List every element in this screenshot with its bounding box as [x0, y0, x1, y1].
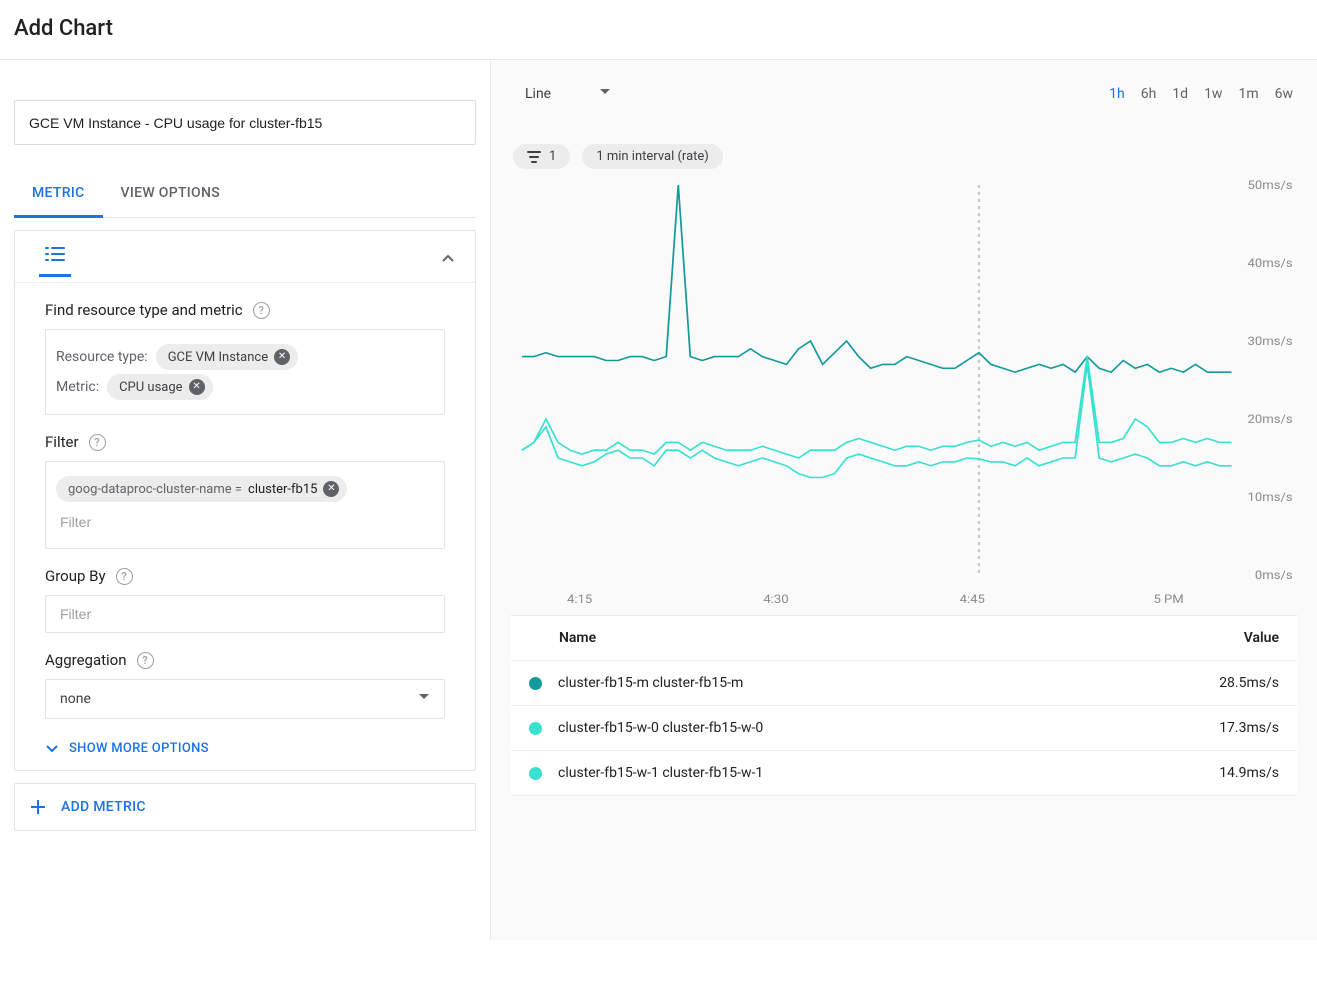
show-more-options[interactable]: SHOW MORE OPTIONS [45, 741, 475, 756]
filter-input[interactable] [56, 506, 434, 538]
range-1w[interactable]: 1w [1204, 86, 1222, 102]
filter-label: Filter ? [45, 433, 445, 451]
legend-color-dot [529, 767, 542, 780]
find-metric-label: Find resource type and metric ? [45, 301, 445, 319]
add-metric-button[interactable]: ADD METRIC [14, 783, 476, 831]
close-icon[interactable]: ✕ [189, 379, 205, 395]
chart: 0ms/s 10ms/s 20ms/s 30ms/s 40ms/s 50ms/s 4:15 4… [511, 175, 1297, 615]
svg-text:50ms/s: 50ms/s [1248, 178, 1293, 192]
legend-value: 14.9ms/s [1219, 765, 1279, 781]
range-6h[interactable]: 6h [1141, 86, 1157, 102]
chart-title-input[interactable] [14, 100, 476, 145]
legend-table: Name Value cluster-fb15-m cluster-fb15-m… [511, 615, 1297, 796]
help-icon[interactable]: ? [116, 568, 133, 585]
help-icon[interactable]: ? [89, 434, 106, 451]
svg-text:10ms/s: 10ms/s [1248, 490, 1293, 504]
preview-panel: Line 1h 6h 1d 1w 1m 6w 1 1 min interval (rate… [491, 60, 1317, 940]
legend-name: cluster-fb15-m cluster-fb15-m [558, 675, 743, 691]
legend-header-name: Name [529, 630, 596, 646]
legend-row[interactable]: cluster-fb15-m cluster-fb15-m 28.5ms/s [511, 661, 1297, 706]
legend-row[interactable]: cluster-fb15-w-0 cluster-fb15-w-0 17.3ms/… [511, 706, 1297, 751]
svg-text:4:45: 4:45 [960, 592, 985, 606]
config-panel: METRIC VIEW OPTIONS Find resource type a… [0, 60, 491, 940]
interval-chip[interactable]: 1 min interval (rate) [582, 144, 723, 169]
legend-value: 17.3ms/s [1219, 720, 1279, 736]
svg-text:4:30: 4:30 [763, 592, 788, 606]
range-1d[interactable]: 1d [1172, 86, 1188, 102]
chevron-down-icon [45, 742, 59, 756]
plus-icon [29, 798, 47, 816]
svg-text:40ms/s: 40ms/s [1248, 256, 1293, 270]
filter-chip[interactable]: goog-dataproc-cluster-name = cluster-fb1… [56, 476, 347, 502]
config-tabs: METRIC VIEW OPTIONS [14, 171, 476, 218]
svg-text:30ms/s: 30ms/s [1248, 334, 1293, 348]
close-icon[interactable]: ✕ [274, 349, 290, 365]
help-icon[interactable]: ? [137, 652, 154, 669]
tab-metric[interactable]: METRIC [14, 171, 103, 217]
metric-card: Find resource type and metric ? Resource… [14, 230, 476, 771]
close-icon[interactable]: ✕ [323, 481, 339, 497]
time-range-picker: 1h 6h 1d 1w 1m 6w [1109, 86, 1293, 102]
aggregation-select[interactable]: none [45, 679, 445, 719]
metric-chip[interactable]: CPU usage ✕ [107, 374, 212, 400]
groupby-input[interactable] [56, 598, 434, 630]
svg-text:0ms/s: 0ms/s [1255, 568, 1293, 582]
legend-header-value: Value [1244, 630, 1279, 646]
caret-down-icon [599, 86, 611, 102]
range-1h[interactable]: 1h [1109, 86, 1125, 102]
legend-row[interactable]: cluster-fb15-w-1 cluster-fb15-w-1 14.9ms/… [511, 751, 1297, 796]
range-1m[interactable]: 1m [1238, 86, 1258, 102]
legend-color-dot [529, 677, 542, 690]
legend-name: cluster-fb15-w-0 cluster-fb15-w-0 [558, 720, 763, 736]
page-title: Add Chart [0, 0, 1317, 60]
legend-value: 28.5ms/s [1219, 675, 1279, 691]
aggregation-label: Aggregation ? [45, 651, 445, 669]
legend-color-dot [529, 722, 542, 735]
help-icon[interactable]: ? [253, 302, 270, 319]
vis-type-select[interactable]: Line [515, 80, 621, 108]
caret-down-icon [418, 691, 430, 707]
filter-icon [527, 151, 541, 163]
metric-label: Metric: [56, 379, 99, 395]
svg-text:4:15: 4:15 [567, 592, 592, 606]
svg-text:5 PM: 5 PM [1153, 592, 1183, 606]
range-6w[interactable]: 6w [1275, 86, 1293, 102]
svg-text:20ms/s: 20ms/s [1248, 412, 1293, 426]
collapse-icon[interactable] [441, 252, 455, 270]
line-chart: 0ms/s 10ms/s 20ms/s 30ms/s 40ms/s 50ms/s 4:15 4… [511, 175, 1297, 615]
resource-type-chip[interactable]: GCE VM Instance ✕ [156, 344, 298, 370]
resource-type-label: Resource type: [56, 349, 148, 365]
filter-count-chip[interactable]: 1 [513, 144, 570, 169]
tab-view-options[interactable]: VIEW OPTIONS [103, 171, 238, 217]
list-icon[interactable] [45, 246, 65, 276]
legend-name: cluster-fb15-w-1 cluster-fb15-w-1 [558, 765, 763, 781]
groupby-label: Group By ? [45, 567, 445, 585]
